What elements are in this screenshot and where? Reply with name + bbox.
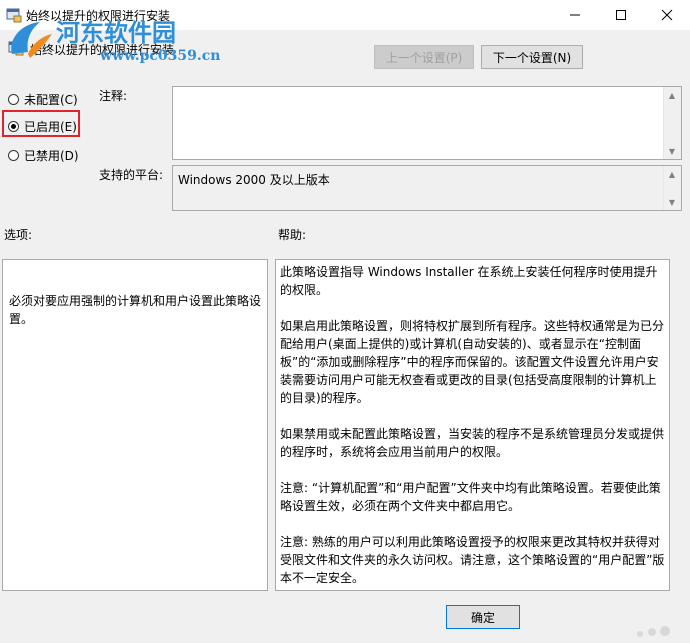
options-text: 必须对要应用强制的计算机和用户设置此策略设置。 xyxy=(9,294,262,326)
help-paragraph: 如果禁用或未配置此策略设置，当安装的程序不是系统管理员分发或提供的程序时，系统将… xyxy=(280,427,665,459)
close-button[interactable] xyxy=(644,0,690,30)
radio-button[interactable] xyxy=(8,150,19,161)
maximize-button[interactable] xyxy=(598,0,644,30)
help-paragraph: 注意: “计算机配置”和“用户配置”文件夹中均有此策略设置。若要使此策略设置生效… xyxy=(280,481,661,513)
scroll-down-icon[interactable]: ▼ xyxy=(667,146,677,156)
radio-label: 已禁用(D) xyxy=(24,149,79,163)
help-paragraph: 如果启用此策略设置，则将特权扩展到所有程序。这些特权通常是为已分配给用户(桌面上… xyxy=(280,319,665,405)
radio-label: 已启用(E) xyxy=(24,120,77,134)
next-setting-button[interactable]: 下一个设置(N) xyxy=(481,45,583,69)
scroll-up-icon[interactable]: ▲ xyxy=(667,169,677,179)
platform-value: Windows 2000 及以上版本 xyxy=(178,173,330,187)
options-pane: 必须对要应用强制的计算机和用户设置此策略设置。 xyxy=(2,259,268,591)
scroll-up-icon[interactable]: ▲ xyxy=(667,90,677,100)
decorative-dots-icon xyxy=(637,626,670,637)
radio-button[interactable] xyxy=(8,121,19,132)
close-icon xyxy=(661,9,673,21)
maximize-icon xyxy=(616,10,626,20)
radio-button[interactable] xyxy=(8,94,19,105)
options-label: 选项: xyxy=(4,228,33,242)
previous-setting-button[interactable]: 上一个设置(P) xyxy=(374,45,474,69)
comment-scrollbar[interactable]: ▲ ▼ xyxy=(663,87,681,159)
help-pane: 此策略设置指导 Windows Installer 在系统上安装任何程序时使用提… xyxy=(275,259,670,591)
platform-scrollbar[interactable]: ▲ ▼ xyxy=(663,166,681,210)
watermark-name: 河东软件园 xyxy=(56,18,176,47)
watermark-url: www.pc0359.cn xyxy=(100,48,221,64)
ok-button[interactable]: 确定 xyxy=(446,605,520,629)
help-label: 帮助: xyxy=(278,228,307,242)
comment-label: 注释: xyxy=(99,89,128,103)
radio-label: 未配置(C) xyxy=(24,93,78,107)
radio-disabled[interactable]: 已禁用(D) xyxy=(8,147,79,164)
help-paragraph: 此策略设置指导 Windows Installer 在系统上安装任何程序时使用提… xyxy=(280,265,658,297)
comment-textarea[interactable]: ▲ ▼ xyxy=(172,86,682,160)
minimize-button[interactable] xyxy=(552,0,598,30)
radio-enabled[interactable]: 已启用(E) xyxy=(8,118,77,135)
scroll-down-icon[interactable]: ▼ xyxy=(667,197,677,207)
platform-label: 支持的平台: xyxy=(99,168,164,182)
platform-field: Windows 2000 及以上版本 ▲ ▼ xyxy=(172,165,682,211)
minimize-icon xyxy=(570,14,580,16)
radio-not-configured[interactable]: 未配置(C) xyxy=(8,91,78,108)
help-paragraph: 注意: 熟练的用户可以利用此策略设置授予的权限来更改其特权并获得对受限文件和文件… xyxy=(280,535,665,585)
watermark-logo-icon xyxy=(11,22,52,58)
